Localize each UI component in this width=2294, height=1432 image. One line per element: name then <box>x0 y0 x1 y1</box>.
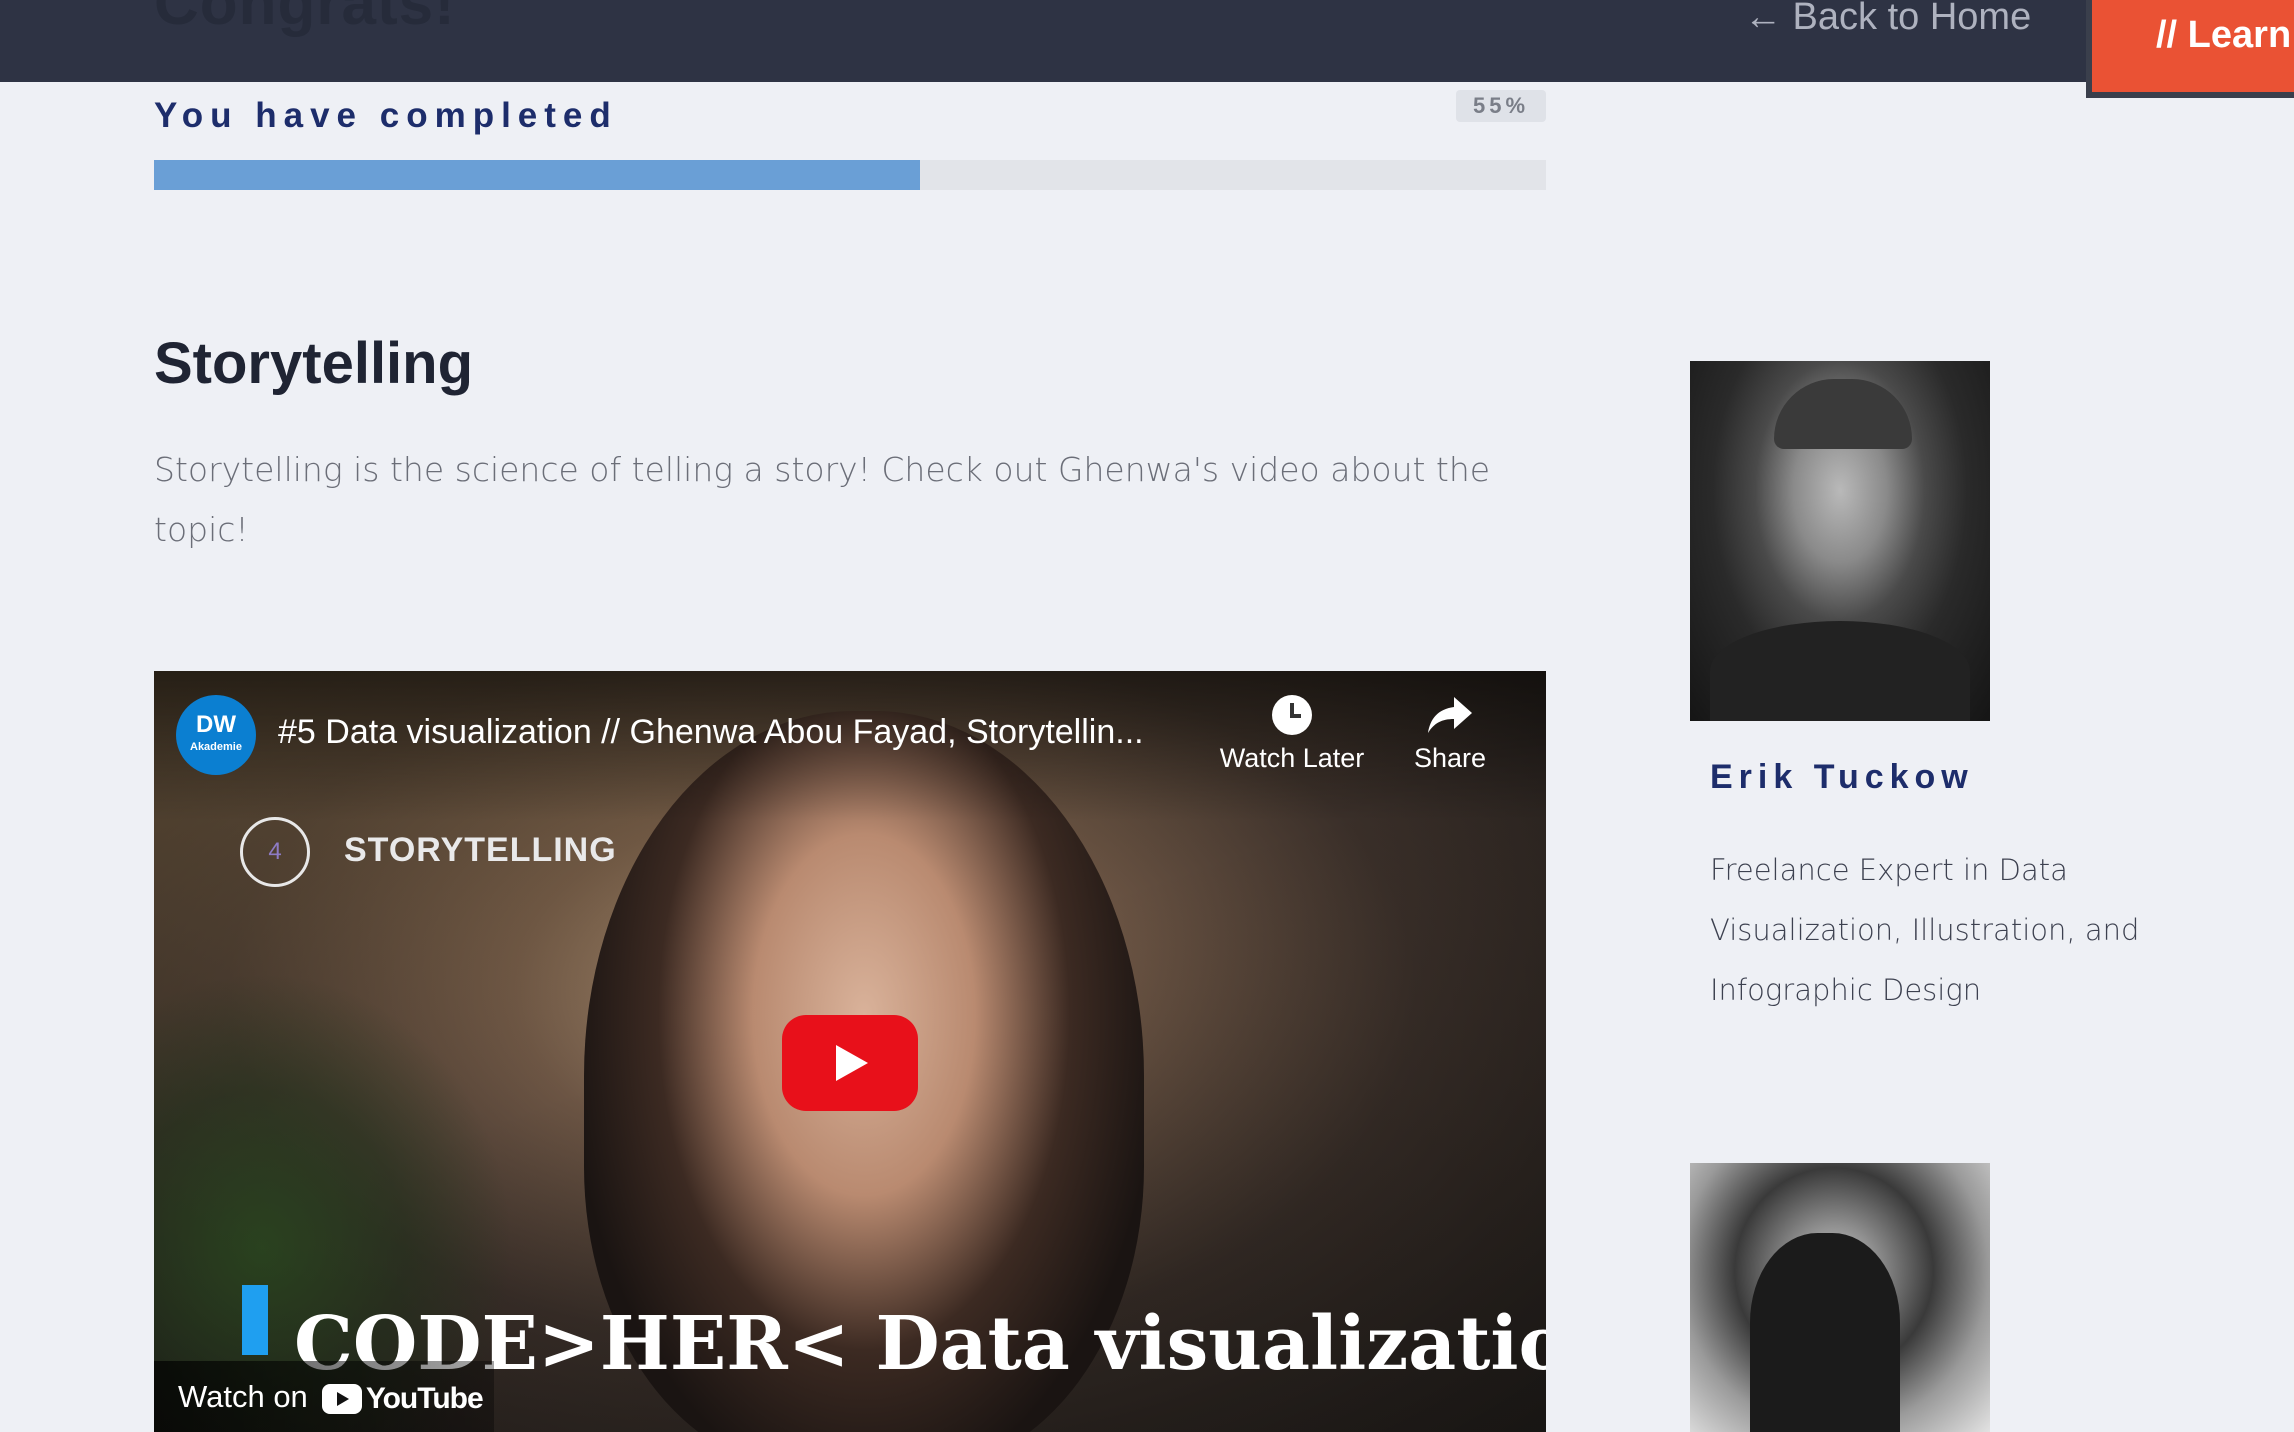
progress-bar-fill <box>154 160 920 190</box>
expert-description: Freelance Expert in Data Visualization, … <box>1710 853 2140 1007</box>
youtube-logo-icon <box>321 1383 362 1414</box>
expert-photo-2-figure <box>1750 1233 1900 1432</box>
play-icon <box>836 1045 868 1081</box>
channel-logo-text: DW <box>196 711 236 738</box>
expert-photo-cap <box>1774 379 1912 449</box>
top-bar: Congrats! ← Back to Home <box>0 0 2294 82</box>
share-arrow-icon <box>1370 693 1530 743</box>
story-number-badge: 4 <box>240 817 310 887</box>
share-label: Share <box>1413 743 1487 773</box>
progress-bar <box>154 160 1546 190</box>
watch-on-label: Watch on <box>178 1379 308 1414</box>
watch-later-label: Watch Later <box>1219 743 1365 773</box>
share-button[interactable]: Share <box>1370 693 1530 774</box>
congrats-heading: Congrats! <box>154 0 456 38</box>
play-button[interactable] <box>782 1015 918 1111</box>
section-description: Storytelling is the science of telling a… <box>154 450 1491 549</box>
expert-photo-2 <box>1690 1163 1990 1432</box>
watch-later-button[interactable]: Watch Later <box>1212 693 1372 774</box>
section-title: Storytelling <box>154 331 474 396</box>
progress-percent-badge: 55% <box>1456 90 1546 122</box>
expert-name: Erik Tuckow <box>1710 758 1974 796</box>
expert-photo-body <box>1710 621 1970 721</box>
channel-sub-text: Akademie <box>190 741 242 753</box>
channel-avatar[interactable]: DW Akademie <box>176 695 256 775</box>
video-title[interactable]: #5 Data visualization // Ghenwa Abou Fay… <box>278 713 1278 752</box>
expert-photo <box>1690 361 1990 721</box>
watch-on-youtube-button[interactable]: Watch on YouTube <box>154 1361 494 1432</box>
learn-button[interactable]: // Learn <box>2086 0 2294 98</box>
story-overlay-label: STORYTELLING <box>344 831 617 869</box>
back-to-home-link[interactable]: ← Back to Home <box>1744 0 2031 39</box>
caption-accent-bar <box>242 1285 268 1355</box>
youtube-wordmark: YouTube <box>365 1382 484 1416</box>
video-player[interactable]: DW Akademie #5 Data visualization // Ghe… <box>154 671 1546 1432</box>
clock-icon <box>1212 693 1372 743</box>
progress-label: You have completed <box>154 96 618 135</box>
